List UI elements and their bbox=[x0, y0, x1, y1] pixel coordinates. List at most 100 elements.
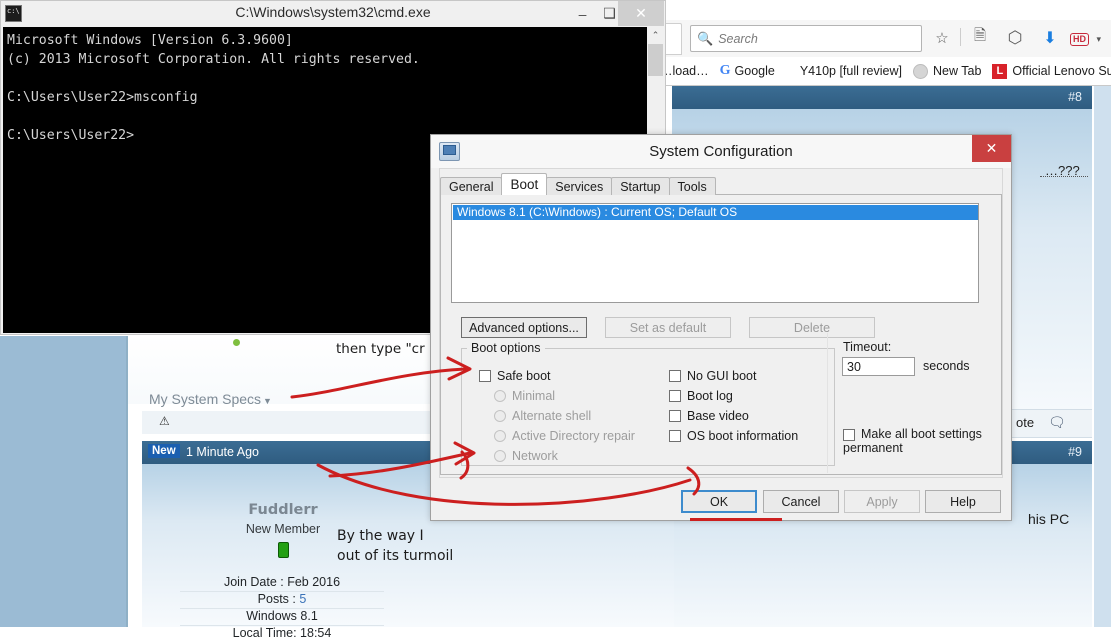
quote-button[interactable]: ote bbox=[1016, 415, 1034, 430]
os-list-item[interactable]: Windows 8.1 (C:\Windows) : Current OS; D… bbox=[453, 205, 978, 220]
search-input[interactable]: 🔍 Search bbox=[690, 25, 922, 52]
author-username[interactable]: Fuddlerr bbox=[193, 502, 373, 518]
pocket-icon[interactable]: ⬡ bbox=[1003, 26, 1027, 49]
checkbox-icon bbox=[669, 370, 681, 382]
bookmark-label: New Tab bbox=[932, 64, 982, 78]
safe-boot-label: Safe boot bbox=[497, 369, 551, 383]
radio-label: Minimal bbox=[512, 389, 556, 403]
radio-icon bbox=[494, 410, 506, 422]
base-video-checkbox[interactable]: Base video bbox=[669, 409, 749, 423]
help-button[interactable]: Help bbox=[925, 490, 1001, 513]
post-message-text: By the way I out of its turmoil bbox=[337, 526, 453, 566]
radio-label: Active Directory repair bbox=[512, 429, 635, 443]
cancel-button[interactable]: Cancel bbox=[763, 490, 839, 513]
os-boot-information-checkbox[interactable]: OS boot information bbox=[669, 429, 798, 443]
posts-value: 5 bbox=[299, 592, 307, 606]
cmd-titlebar[interactable]: c:\ C:\Windows\system32\cmd.exe – ❑ ✕ bbox=[1, 1, 665, 27]
post-8-underline bbox=[1040, 176, 1088, 177]
author-os: Windows 8.1 bbox=[180, 609, 384, 626]
boot-options-legend: Boot options bbox=[467, 341, 545, 355]
cmd-close-button[interactable]: ✕ bbox=[618, 1, 664, 26]
checkbox-icon bbox=[669, 430, 681, 442]
tab-tools[interactable]: Tools bbox=[668, 177, 716, 195]
warning-triangle-icon: ⚠ bbox=[159, 414, 170, 428]
bookmark-item-new-tab[interactable]: New Tab bbox=[912, 63, 982, 79]
bookmark-item-y410p[interactable]: Y410p [full review] bbox=[800, 64, 902, 78]
online-indicator-icon bbox=[278, 542, 289, 558]
safe-boot-network-radio: Network bbox=[494, 449, 558, 463]
quote-bubble-icon[interactable]: 🗨 bbox=[1048, 414, 1066, 431]
safe-boot-checkbox[interactable]: Safe boot bbox=[479, 369, 551, 383]
star-icon[interactable]: ☆ bbox=[930, 26, 954, 49]
browser-nav-row: 🔍 Search ☆ 🗎 ⬡ ⬇ HD ▾ bbox=[658, 20, 1111, 58]
bookmark-item-lenovo[interactable]: L Official Lenovo Suppo bbox=[992, 63, 1111, 79]
post-header-8: #8 bbox=[672, 86, 1092, 109]
bookmark-label: Google bbox=[734, 64, 775, 78]
bookmark-label: Official Lenovo Suppo bbox=[1012, 64, 1111, 78]
download-arrow-icon[interactable]: ⬇ bbox=[1038, 26, 1062, 49]
timeout-input[interactable]: 30 bbox=[842, 357, 915, 376]
post-number-8: #8 bbox=[1068, 90, 1082, 104]
radio-icon bbox=[494, 390, 506, 402]
radio-label: Network bbox=[512, 449, 558, 463]
bookmark-label: Y410p [full review] bbox=[799, 64, 902, 78]
bookmarks-bar: …load… G Google Y410p [full review] New … bbox=[660, 57, 1111, 85]
timeout-unit-label: seconds bbox=[923, 359, 970, 373]
scroll-up-icon[interactable]: ⌃ bbox=[647, 27, 664, 44]
system-configuration-dialog[interactable]: System Configuration ✕ General Boot Serv… bbox=[430, 134, 1012, 521]
author-local-time: Local Time: 18:54 bbox=[232, 626, 332, 640]
checkbox-label: Base video bbox=[687, 409, 749, 423]
search-placeholder: Search bbox=[718, 31, 758, 46]
post-9-text: his PC bbox=[1028, 511, 1070, 527]
google-g-icon: G bbox=[719, 63, 731, 78]
checkbox-label: No GUI boot bbox=[687, 369, 757, 383]
hd-badge-group[interactable]: HD ▾ bbox=[1070, 29, 1101, 47]
dialog-titlebar[interactable]: System Configuration ✕ bbox=[431, 135, 1011, 168]
ok-button[interactable]: OK bbox=[681, 490, 757, 513]
radio-icon bbox=[494, 430, 506, 442]
safe-boot-minimal-radio: Minimal bbox=[494, 389, 555, 403]
radio-label: Alternate shell bbox=[512, 409, 592, 423]
advanced-options-button[interactable]: Advanced options... bbox=[461, 317, 587, 338]
bookmark-item-download[interactable]: …load… bbox=[660, 64, 709, 78]
make-permanent-checkbox[interactable]: Make all boot settings permanent bbox=[843, 427, 983, 455]
checkbox-label: Make all boot settings permanent bbox=[843, 427, 982, 455]
cmd-scrollbar-thumb[interactable] bbox=[648, 44, 663, 76]
tab-general[interactable]: General bbox=[440, 177, 503, 195]
reading-list-icon[interactable]: 🗎 bbox=[968, 26, 992, 49]
apply-button: Apply bbox=[844, 490, 920, 513]
post-message-line-1: By the way I bbox=[337, 528, 424, 544]
toolbar-divider bbox=[960, 28, 961, 46]
tab-boot[interactable]: Boot bbox=[501, 173, 548, 195]
os-list[interactable]: Windows 8.1 (C:\Windows) : Current OS; D… bbox=[451, 203, 979, 303]
bookmark-item-google[interactable]: G Google bbox=[720, 63, 775, 79]
checkbox-label: Boot log bbox=[687, 389, 733, 403]
delete-button: Delete bbox=[749, 317, 875, 338]
checkbox-icon bbox=[479, 370, 491, 382]
chevron-down-icon: ▾ bbox=[1096, 34, 1101, 44]
no-gui-boot-checkbox[interactable]: No GUI boot bbox=[669, 369, 756, 383]
chevron-down-icon: ▼ bbox=[263, 396, 272, 406]
tab-services[interactable]: Services bbox=[546, 177, 613, 195]
checkbox-icon bbox=[669, 410, 681, 422]
post-number-9: #9 bbox=[1068, 445, 1082, 459]
dialog-close-button[interactable]: ✕ bbox=[972, 135, 1011, 162]
checkbox-icon bbox=[669, 390, 681, 402]
post-timestamp: 1 Minute Ago bbox=[186, 445, 259, 459]
tab-startup[interactable]: Startup bbox=[611, 177, 670, 195]
dialog-title: System Configuration bbox=[649, 143, 793, 160]
lenovo-l-icon: L bbox=[992, 63, 1008, 79]
my-system-specs-link[interactable]: My System Specs ▼ bbox=[149, 391, 272, 407]
safe-boot-ad-repair-radio: Active Directory repair bbox=[494, 429, 635, 443]
new-badge: New bbox=[148, 444, 180, 458]
my-system-specs-label: My System Specs bbox=[149, 391, 262, 407]
ok-annotation-underline bbox=[690, 518, 782, 521]
posts-label: Posts : bbox=[257, 592, 300, 606]
online-status-dot bbox=[233, 339, 240, 346]
panel-divider bbox=[827, 333, 828, 473]
safe-boot-alternate-shell-radio: Alternate shell bbox=[494, 409, 591, 423]
boot-log-checkbox[interactable]: Boot log bbox=[669, 389, 733, 403]
post-message-line-2: out of its turmoil bbox=[337, 548, 454, 564]
author-join-date: Join Date : Feb 2016 bbox=[180, 575, 384, 592]
page-right-gutter bbox=[1094, 86, 1111, 627]
